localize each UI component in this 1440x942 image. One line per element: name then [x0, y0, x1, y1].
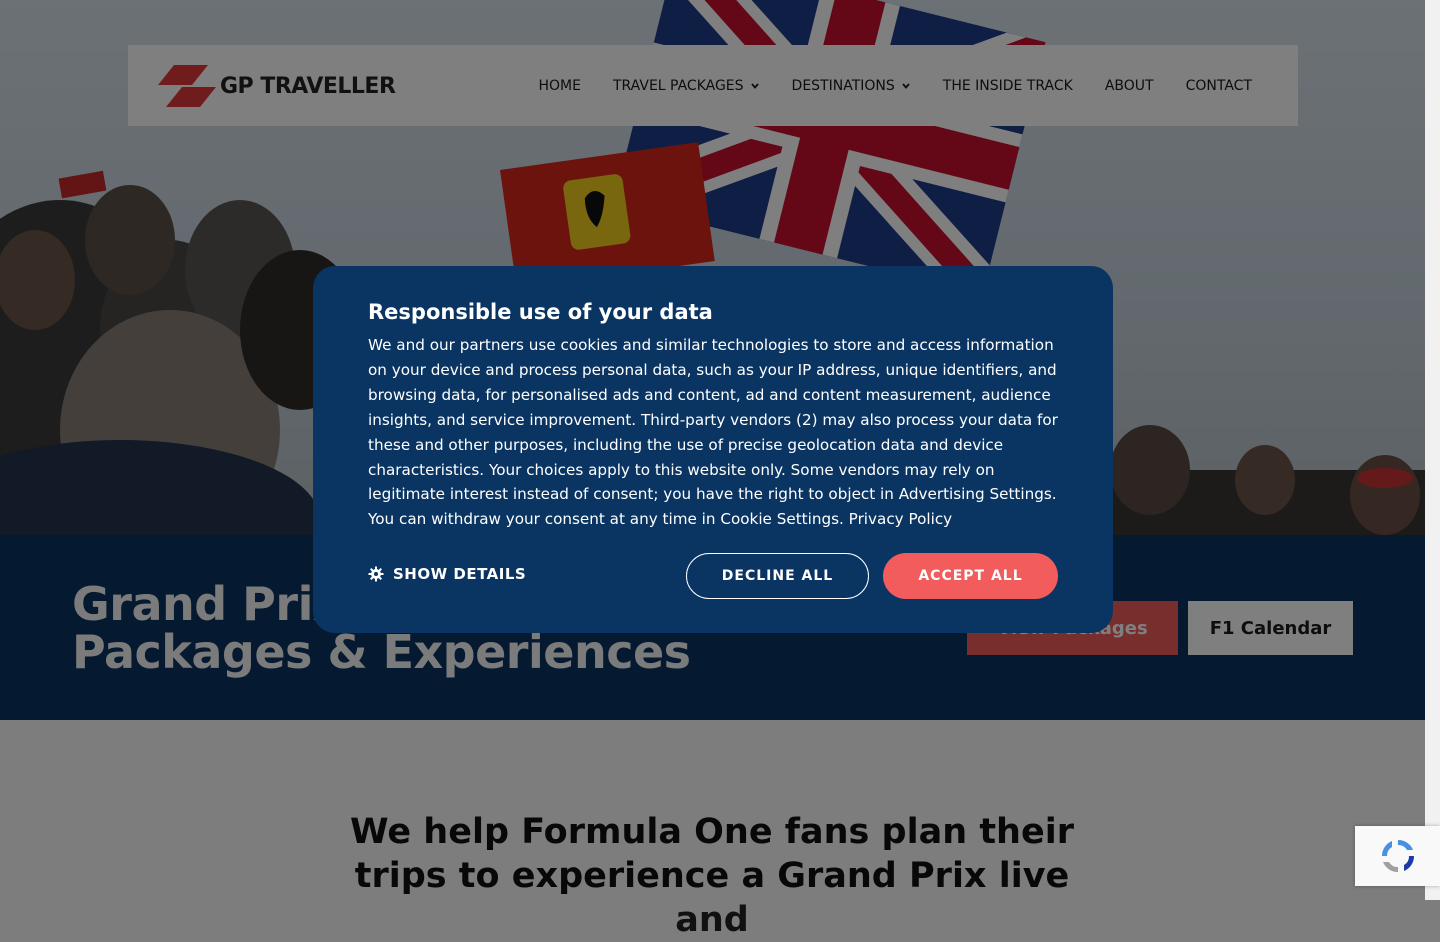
cookie-consent-dialog: Responsible use of your data We and our … — [313, 266, 1113, 633]
recaptcha-icon — [1381, 839, 1414, 873]
show-details-button[interactable]: SHOW DETAILS — [368, 565, 526, 583]
cookie-dialog-actions: SHOW DETAILS DECLINE ALL ACCEPT ALL — [368, 553, 1058, 599]
accept-all-button[interactable]: ACCEPT ALL — [883, 553, 1058, 599]
page-scrollbar[interactable] — [1425, 0, 1440, 900]
decline-all-button[interactable]: DECLINE ALL — [686, 553, 869, 599]
cookie-dialog-text: We and our partners use cookies and simi… — [368, 336, 1058, 529]
cookie-dialog-title: Responsible use of your data — [368, 300, 713, 324]
cookie-dialog-body: We and our partners use cookies and simi… — [368, 333, 1058, 532]
recaptcha-badge[interactable] — [1355, 826, 1440, 886]
gear-icon — [368, 566, 384, 582]
privacy-policy-link[interactable]: Privacy Policy — [849, 510, 953, 528]
